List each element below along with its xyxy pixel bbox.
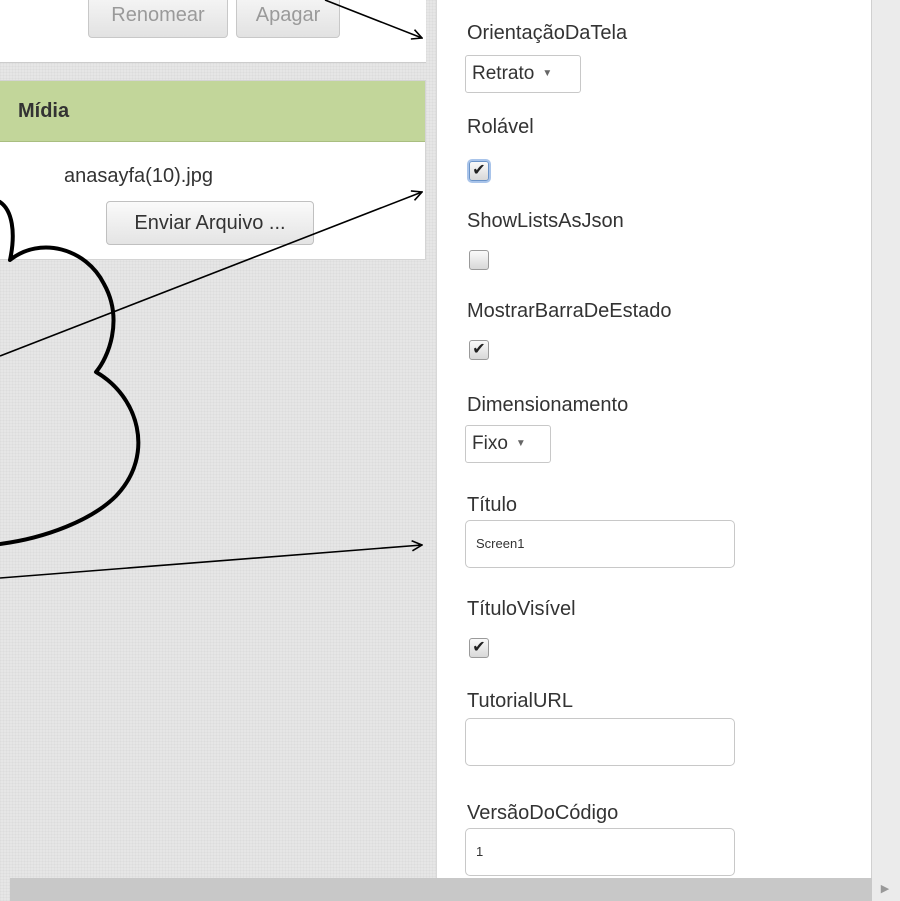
sizing-value: Fixo [472,433,508,455]
vertical-scroll-strip[interactable] [872,0,900,901]
caret-down-icon: ▼ [542,68,553,79]
screen-orientation-dropdown[interactable]: Retrato ▼ [465,55,581,93]
rename-button[interactable]: Renomear [88,0,228,38]
delete-button[interactable]: Apagar [236,0,340,38]
version-code-label: VersãoDoCódigo [467,802,619,824]
scrollable-label: Rolável [467,116,534,138]
workspace-left: Renomear Apagar Mídia anasayfa(10).jpg E… [0,0,436,878]
upload-file-button[interactable]: Enviar Arquivo ... [106,201,314,245]
media-panel: Mídia anasayfa(10).jpg Enviar Arquivo ..… [0,80,426,260]
media-file-item[interactable]: anasayfa(10).jpg [64,165,213,188]
show-lists-as-json-checkbox[interactable] [469,250,489,270]
title-visible-checkbox[interactable]: ✔ [469,638,489,658]
sizing-dropdown[interactable]: Fixo ▼ [465,425,551,463]
media-panel-header: Mídia [0,81,425,142]
show-lists-as-json-label: ShowListsAsJson [467,210,624,232]
title-visible-label: TítuloVisível [467,598,576,620]
horizontal-scrollbar[interactable] [10,878,872,901]
scrollable-checkbox[interactable]: ✔ [469,161,489,181]
tutorial-url-input[interactable] [465,718,735,766]
title-input[interactable]: Screen1 [465,520,735,568]
show-status-bar-checkbox[interactable]: ✔ [469,340,489,360]
show-status-bar-label: MostrarBarraDeEstado [467,300,672,322]
title-label: Título [467,494,518,516]
screen-orientation-value: Retrato [472,63,535,85]
tutorial-url-label: TutorialURL [467,690,573,712]
scroll-right-arrow-icon[interactable]: ▶ [878,881,892,897]
file-actions-panel: Renomear Apagar [0,0,426,63]
sizing-label: Dimensionamento [467,394,629,416]
screen-orientation-label: OrientaçãoDaTela [467,22,628,44]
version-code-input[interactable]: 1 [465,828,735,876]
properties-panel: OrientaçãoDaTela Retrato ▼ Rolável ✔ Show… [436,0,872,878]
caret-down-icon: ▼ [515,438,526,449]
